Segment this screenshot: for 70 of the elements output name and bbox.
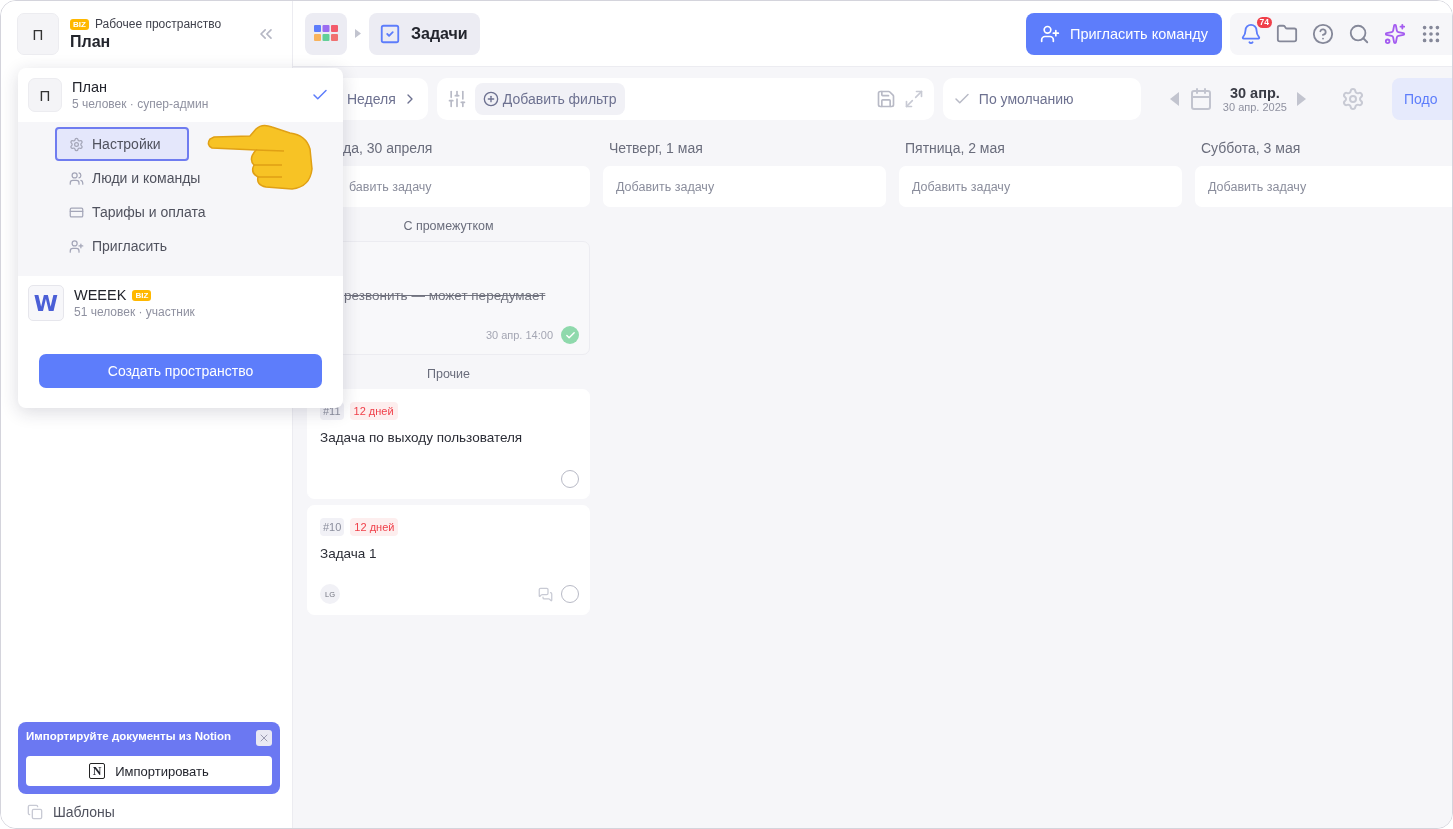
close-button[interactable]: [256, 730, 272, 746]
menu-item[interactable]: Тарифы и оплата: [55, 195, 220, 229]
people-icon: [69, 170, 84, 186]
sort-select[interactable]: По умолчанию: [942, 77, 1141, 120]
menu-item[interactable]: Пригласить: [55, 229, 189, 263]
day-title: Четверг, 1 мая: [608, 139, 704, 158]
notion-logo: N: [89, 763, 106, 779]
notification-badge: 74: [1256, 16, 1272, 28]
invite-team-button[interactable]: Пригласить команду: [1026, 12, 1222, 55]
user-plus-icon: [1040, 23, 1060, 44]
sparkles-icon[interactable]: [1384, 22, 1406, 45]
user-plus-icon: [69, 238, 84, 254]
plan-badge: BIZ: [132, 289, 152, 301]
previous-icon[interactable]: [1169, 91, 1179, 106]
due-tag: 12 дней: [350, 518, 399, 536]
create-space-button[interactable]: Создать пространство: [39, 354, 322, 388]
current-date: 30 апр.: [1229, 84, 1280, 101]
card-icon: [69, 204, 84, 220]
due-tag: 12 дней: [349, 402, 398, 420]
menu-item[interactable]: Люди и команды: [55, 161, 215, 195]
apps-icon: [314, 25, 338, 42]
menu-item[interactable]: Настройки: [55, 127, 189, 161]
folder-icon[interactable]: [1276, 22, 1298, 45]
day-title: Пятница, 2 мая: [904, 139, 1006, 158]
workspace-meta: 51 человек · участник: [74, 305, 195, 319]
banner-title: Импортируйте документы из Notion: [26, 730, 233, 744]
task-title: резвонить — может передумает: [343, 288, 547, 303]
close-icon: [258, 732, 270, 744]
plan-badge: BIZ: [70, 18, 89, 30]
workspace-name[interactable]: План: [70, 33, 222, 51]
breadcrumb-tab[interactable]: Задачи: [369, 12, 480, 55]
check-icon[interactable]: [561, 326, 579, 344]
templates-icon: [27, 804, 43, 820]
apps-tile[interactable]: [305, 12, 347, 55]
workspace-logo: W: [28, 285, 64, 321]
add-task-field[interactable]: Добавить задачу: [1195, 166, 1452, 207]
workspace-title: План: [72, 79, 107, 95]
workspace-avatar[interactable]: П: [17, 13, 59, 55]
sort-label: По умолчанию: [978, 90, 1074, 107]
full-date: 30 апр. 2025: [1222, 100, 1287, 113]
workspace-avatar: П: [28, 78, 62, 112]
help-icon[interactable]: [1312, 22, 1334, 45]
import-button[interactable]: N Импортировать: [26, 756, 272, 786]
task-number: #10: [320, 518, 345, 536]
checkbox-icon: [379, 22, 401, 45]
next-icon[interactable]: [1296, 91, 1306, 106]
task-title: Задача 1: [320, 546, 378, 561]
add-filter-button[interactable]: Добавить фильтр: [474, 82, 625, 115]
settings-icon[interactable]: [1340, 86, 1365, 111]
add-task-field[interactable]: Добавить задачу: [899, 166, 1182, 207]
group-title: С промежутком: [402, 218, 495, 235]
expand-icon[interactable]: [903, 88, 924, 109]
calendar-icon[interactable]: [1188, 86, 1213, 111]
add-task-field[interactable]: Добавить задачу: [603, 166, 886, 207]
breadcrumb-arrow-icon: [355, 29, 361, 38]
workspace-label: Рабочее пространство: [94, 17, 222, 31]
day-title: да, 30 апреля: [342, 139, 434, 158]
templates-item[interactable]: Шаблоны: [53, 804, 115, 820]
save-icon[interactable]: [875, 88, 896, 109]
workspace-title: WEEEK: [74, 287, 127, 303]
bell-icon[interactable]: [1240, 22, 1262, 45]
group-title: Прочие: [425, 366, 472, 383]
day-title: Суббота, 3 мая: [1200, 139, 1302, 158]
plus-circle-icon: [482, 90, 499, 107]
search-icon[interactable]: [1348, 22, 1370, 45]
workspace-meta: 5 человек · супер-админ: [72, 97, 209, 111]
task-time: 30 апр. 14:00: [485, 329, 553, 341]
task-title: Задача по выходу пользователя: [320, 430, 524, 445]
gear-icon: [69, 136, 84, 152]
sliders-icon[interactable]: [446, 88, 467, 109]
